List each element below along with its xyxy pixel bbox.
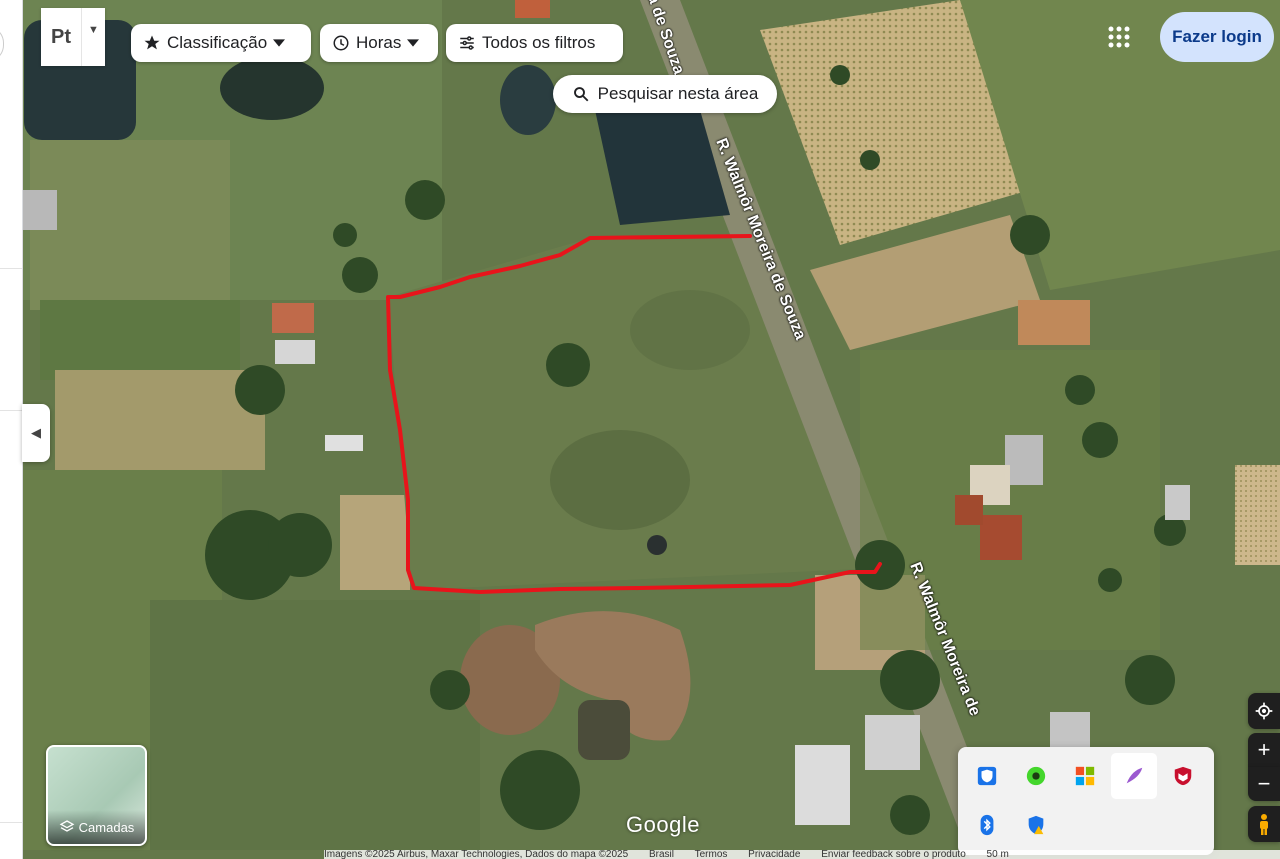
collapse-panel-button[interactable]: ◀ (22, 404, 50, 462)
my-location-button[interactable] (1248, 693, 1280, 729)
zoom-out-button[interactable]: − (1248, 767, 1280, 801)
layers-label: Camadas (78, 819, 135, 835)
clock-icon (333, 35, 349, 51)
layers-caption: Camadas (48, 810, 145, 844)
input-tools-label: Pt (51, 25, 71, 48)
zoom-in-button[interactable]: + (1248, 733, 1280, 767)
shield-warning-icon[interactable] (1013, 802, 1059, 848)
minus-icon: − (1257, 771, 1271, 796)
scale-label: 50 m (986, 850, 1009, 859)
feather-app-icon[interactable] (1111, 753, 1157, 799)
caret-down-icon (407, 39, 420, 47)
imagery-credit: Imagens ©2025 Airbus, Maxar Technologies… (324, 850, 629, 859)
windows-security-icon[interactable] (964, 753, 1010, 799)
rating-filter-chip[interactable]: Classificação (131, 24, 311, 62)
search-icon (573, 87, 589, 102)
crosshair-icon (1255, 702, 1273, 720)
input-tools-box[interactable]: Pt ▼ (41, 8, 105, 66)
google-logo: Google (626, 812, 700, 837)
privacy-link[interactable]: Privacidade (748, 850, 800, 859)
chevron-down-icon[interactable]: ▼ (81, 8, 105, 66)
side-panel-edge (0, 26, 4, 62)
terms-link[interactable]: Termos (695, 850, 728, 859)
plus-icon: + (1257, 737, 1271, 762)
sliders-icon (460, 36, 474, 50)
mcafee-icon[interactable] (1160, 753, 1206, 799)
chevron-left-icon: ◀ (31, 425, 41, 440)
caret-down-icon (273, 39, 286, 47)
satellite-map[interactable] (0, 0, 1280, 859)
all-filters-label: Todos os filtros (482, 33, 596, 52)
search-this-area-label: Pesquisar nesta área (597, 84, 759, 103)
all-filters-chip[interactable]: Todos os filtros (446, 24, 623, 62)
feedback-link[interactable]: Enviar feedback sobre o produto (821, 850, 966, 859)
side-panel-strip (0, 0, 23, 859)
apps-grid-icon[interactable] (1104, 22, 1134, 52)
bluetooth-icon[interactable] (964, 802, 1010, 848)
hours-filter-chip[interactable]: Horas (320, 24, 438, 62)
pegman-icon (1260, 814, 1268, 835)
hours-filter-label: Horas (356, 33, 402, 52)
system-tray-overflow (958, 747, 1214, 855)
login-button[interactable]: Fazer login (1160, 12, 1274, 62)
star-icon (144, 35, 160, 50)
razer-icon[interactable] (1013, 753, 1059, 799)
street-view-pegman[interactable] (1248, 806, 1280, 842)
rating-filter-label: Classificação (167, 33, 268, 52)
search-this-area-button[interactable]: Pesquisar nesta área (553, 75, 777, 113)
layers-icon (59, 820, 75, 832)
map-footer: Imagens ©2025 Airbus, Maxar Technologies… (324, 850, 1280, 859)
country-link[interactable]: Brasil (649, 850, 674, 859)
layers-button[interactable]: Camadas (46, 745, 147, 846)
office-icon[interactable] (1062, 753, 1108, 799)
